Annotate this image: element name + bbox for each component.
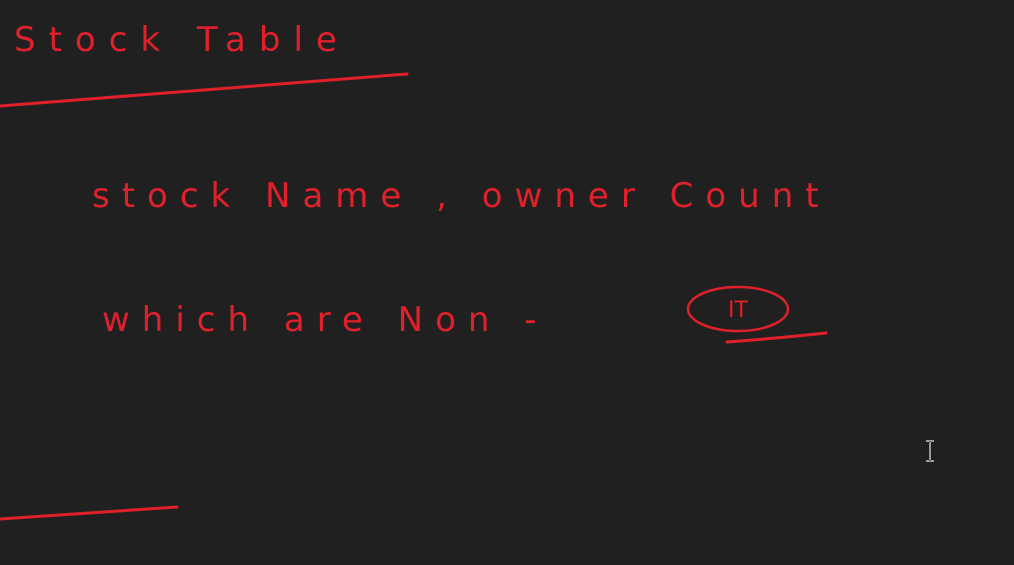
text-cursor-icon — [926, 440, 934, 462]
bottom-stroke — [0, 505, 179, 521]
circle-underline — [725, 331, 828, 344]
heading-underline — [0, 72, 409, 108]
ink-strokes: IT — [0, 72, 828, 521]
circled-text: IT — [728, 298, 748, 323]
whiteboard-canvas[interactable]: Stock Table stock Name , owner Count whi… — [0, 0, 1014, 565]
